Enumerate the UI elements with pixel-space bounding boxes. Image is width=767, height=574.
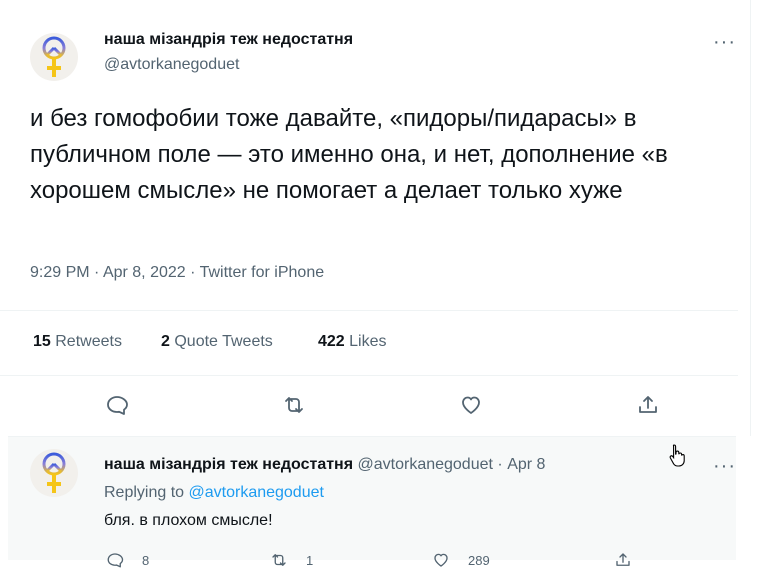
reply-avatar[interactable]	[30, 449, 78, 497]
tweet-date[interactable]: Apr 8, 2022	[103, 264, 186, 281]
user-handle[interactable]: @avtorkanegoduet	[104, 56, 239, 74]
likes-stat[interactable]: 422 Likes	[318, 333, 387, 351]
retweets-count: 15	[33, 333, 51, 350]
peace-venus-icon	[42, 36, 66, 77]
reply-display-name[interactable]: наша мізандрія теж недостатня	[104, 456, 353, 473]
tweet-time[interactable]: 9:29 PM	[30, 264, 90, 281]
retweet-icon[interactable]	[282, 393, 306, 417]
reply-like-icon[interactable]	[432, 551, 450, 569]
reply-retweet-icon[interactable]	[270, 551, 288, 569]
like-count: 289	[468, 553, 490, 568]
reply-tweet[interactable]: наша мізандрія теж недостатня @avtorkane…	[8, 436, 736, 568]
tweet-text: и без гомофобии тоже давайте, «пидоры/пи…	[30, 105, 668, 204]
likes-label: Likes	[349, 333, 387, 350]
retweet-count: 1	[306, 553, 314, 568]
reply-date[interactable]: Apr 8	[507, 456, 545, 473]
replying-to: Replying to @avtorkanegoduet	[104, 484, 324, 502]
retweets-stat[interactable]: 15 Retweets	[33, 333, 122, 351]
hand-cursor-icon	[669, 444, 685, 467]
likes-count: 422	[318, 333, 345, 350]
replying-prefix: Replying to	[104, 484, 185, 501]
quote-tweets-stat[interactable]: 2 Quote Tweets	[161, 333, 273, 351]
quotes-label: Quote Tweets	[174, 333, 273, 350]
reply-share-icon[interactable]	[614, 551, 632, 569]
reply-header: наша мізандрія теж недостатня @avtorkane…	[104, 456, 545, 474]
share-icon[interactable]	[636, 393, 660, 417]
tweet-meta: 9:29 PM · Apr 8, 2022 · Twitter for iPho…	[30, 264, 324, 282]
reply-icon[interactable]	[105, 393, 129, 417]
reply-more-options-icon[interactable]: ···	[713, 456, 736, 476]
display-name[interactable]: наша мізандрія теж недостатня	[104, 31, 353, 49]
like-icon[interactable]	[459, 393, 483, 417]
reply-handle[interactable]: @avtorkanegoduet	[358, 456, 493, 473]
meta-separator: ·	[94, 264, 100, 281]
main-tweet: наша мізандрія теж недостатня @avtorkane…	[0, 0, 751, 436]
engagement-stats: 15 Retweets 2 Quote Tweets 422 Likes	[0, 310, 738, 376]
reply-reply-icon[interactable]	[106, 551, 124, 569]
tweet-source[interactable]: Twitter for iPhone	[200, 264, 325, 281]
quotes-count: 2	[161, 333, 170, 350]
meta-separator: ·	[190, 264, 196, 281]
reply-count: 8	[142, 553, 150, 568]
peace-venus-icon	[42, 452, 66, 493]
retweets-label: Retweets	[55, 333, 122, 350]
more-options-icon[interactable]: ···	[713, 32, 736, 52]
avatar[interactable]	[30, 33, 78, 81]
reply-text: бля. в плохом смысле!	[104, 512, 273, 529]
reply-separator: ·	[497, 456, 503, 473]
replying-handle-link[interactable]: @avtorkanegoduet	[189, 484, 324, 501]
